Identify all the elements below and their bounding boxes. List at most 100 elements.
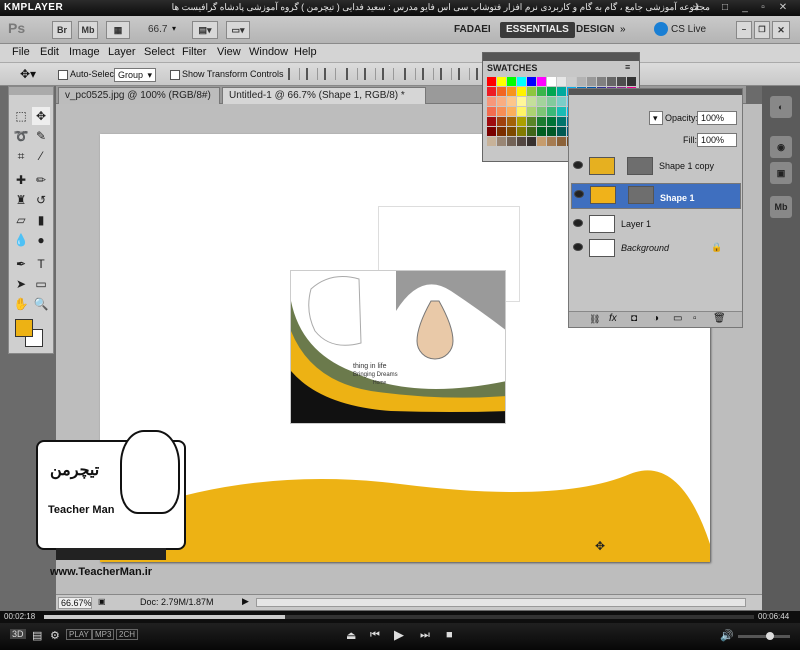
adjustments-panel-icon[interactable]: ◉ (770, 136, 792, 158)
zoom-level[interactable]: 66.7 (148, 24, 167, 35)
move-tool-button-icon[interactable]: ✥ (32, 107, 50, 125)
swatch-cell[interactable] (497, 87, 506, 96)
zoom-tool-icon[interactable]: 🔍 (32, 295, 50, 313)
dodge-tool-icon[interactable]: ● (32, 231, 50, 249)
eject-icon[interactable]: ⏏ (346, 629, 356, 642)
auto-select-dropdown[interactable]: Group ▾ (114, 68, 156, 82)
visibility-eye-icon[interactable] (573, 219, 583, 227)
menu-image[interactable]: Image (69, 46, 100, 58)
swatch-cell[interactable] (557, 87, 566, 96)
status-menu-icon[interactable]: ▶ (242, 596, 249, 607)
swatch-cell[interactable] (537, 77, 546, 86)
brush-tool-icon[interactable]: ✏ (32, 171, 50, 189)
horizontal-scrollbar[interactable] (256, 598, 746, 607)
swatch-cell[interactable] (607, 77, 616, 86)
arrange-documents-button[interactable]: ▤▾ (192, 21, 218, 39)
visibility-eye-icon[interactable] (573, 243, 583, 251)
swatch-cell[interactable] (537, 117, 546, 126)
swatch-cell[interactable] (507, 137, 516, 146)
view-extras-button[interactable]: ▦ (106, 21, 130, 39)
swatch-cell[interactable] (497, 127, 506, 136)
opacity-field[interactable]: 100% (697, 111, 737, 125)
history-brush-tool-icon[interactable]: ↺ (32, 191, 50, 209)
swatch-cell[interactable] (557, 107, 566, 116)
shape-tool-icon[interactable]: ▭ (32, 275, 50, 293)
masks-panel-icon[interactable]: ▣ (770, 162, 792, 184)
layer-style-icon[interactable]: fx (609, 313, 617, 324)
layer-row-layer-1[interactable]: Layer 1 (571, 213, 741, 235)
layer-row-shape-1-copy[interactable]: Shape 1 copy (571, 155, 741, 177)
swatch-cell[interactable] (547, 97, 556, 106)
add-mask-icon[interactable]: ◘ (631, 313, 637, 324)
lasso-tool-icon[interactable]: ➰ (12, 127, 30, 145)
path-selection-tool-icon[interactable]: ➤ (12, 275, 30, 293)
swatch-cell[interactable] (537, 107, 546, 116)
workspace-essentials[interactable]: ESSENTIALS (500, 22, 575, 38)
volume-knob[interactable] (766, 632, 774, 640)
swatch-cell[interactable] (497, 97, 506, 106)
swatch-cell[interactable] (557, 117, 566, 126)
app-restore-icon[interactable]: ❐ (754, 21, 770, 39)
maximize-icon[interactable]: ▫ (756, 1, 770, 14)
swatch-cell[interactable] (487, 107, 496, 116)
align-hcenter-icon[interactable] (364, 68, 376, 80)
tab-v-pc0525[interactable]: v_pc0525.jpg @ 100% (RGB/8#) (58, 87, 220, 104)
distribute-top-icon[interactable] (404, 68, 416, 80)
swatch-cell[interactable] (537, 87, 546, 96)
menu-view[interactable]: View (217, 46, 241, 58)
swatch-cell[interactable] (487, 77, 496, 86)
swatch-cell[interactable] (517, 87, 526, 96)
align-right-icon[interactable] (382, 68, 394, 80)
swatch-cell[interactable] (527, 127, 536, 136)
marquee-tool-icon[interactable]: ⬚ (12, 107, 30, 125)
app-close-icon[interactable]: ✕ (772, 21, 790, 39)
gradient-tool-icon[interactable]: ▮ (32, 211, 50, 229)
swatch-cell[interactable] (557, 97, 566, 106)
layer-row-shape-1[interactable]: Shape 1 (571, 183, 741, 209)
transform-controls-checkbox[interactable] (170, 70, 180, 80)
align-left-icon[interactable] (346, 68, 358, 80)
swatch-cell[interactable] (557, 127, 566, 136)
swatch-cell[interactable] (517, 97, 526, 106)
player-seek-bar[interactable]: 00:02:18 00:06:44 (0, 611, 800, 623)
swatch-cell[interactable] (517, 107, 526, 116)
swatch-cell[interactable] (507, 117, 516, 126)
menu-window[interactable]: Window (249, 46, 288, 58)
tab-untitled-1[interactable]: Untitled-1 @ 66.7% (Shape 1, RGB/8) * (222, 87, 426, 104)
playlist-icon[interactable]: ▤ (32, 629, 42, 642)
link-layers-icon[interactable]: ⛓ (589, 314, 600, 325)
menu-select[interactable]: Select (144, 46, 175, 58)
blur-tool-icon[interactable]: 💧 (12, 231, 30, 249)
swatches-menu-icon[interactable]: ≡ (625, 62, 630, 72)
swatch-cell[interactable] (597, 77, 606, 86)
workspace-fadaei[interactable]: FADAEI (448, 22, 497, 38)
healing-brush-tool-icon[interactable]: ✚ (12, 171, 30, 189)
pen-tool-icon[interactable]: ✒ (12, 255, 30, 273)
swatch-cell[interactable] (537, 127, 546, 136)
swatch-cell[interactable] (627, 77, 636, 86)
swatch-cell[interactable] (487, 127, 496, 136)
swatch-cell[interactable] (497, 107, 506, 116)
seek-track[interactable] (44, 615, 754, 619)
distribute-bottom-icon[interactable] (440, 68, 452, 80)
swatch-cell[interactable] (517, 137, 526, 146)
swatch-cell[interactable] (527, 117, 536, 126)
swatch-cell[interactable] (547, 87, 556, 96)
pin-icon[interactable]: ✈ (690, 1, 704, 14)
settings-gear-icon[interactable]: ⚙ (50, 629, 60, 642)
minibridge-button[interactable]: Mb (78, 21, 98, 39)
status-zoom[interactable]: 66.67% (58, 597, 92, 609)
swatch-cell[interactable] (487, 97, 496, 106)
menu-file[interactable]: File (12, 46, 30, 58)
swatch-cell[interactable] (527, 137, 536, 146)
new-group-icon[interactable]: ▭ (673, 313, 682, 324)
swatch-cell[interactable] (527, 97, 536, 106)
next-icon[interactable]: ⏭ (420, 629, 430, 642)
swatch-cell[interactable] (507, 97, 516, 106)
eraser-tool-icon[interactable]: ▱ (12, 211, 30, 229)
swatch-cell[interactable] (567, 77, 576, 86)
layer-row-background[interactable]: Background 🔒 (571, 237, 741, 259)
crop-tool-icon[interactable]: ⌗ (12, 147, 30, 165)
menu-filter[interactable]: Filter (182, 46, 206, 58)
swatch-cell[interactable] (497, 117, 506, 126)
